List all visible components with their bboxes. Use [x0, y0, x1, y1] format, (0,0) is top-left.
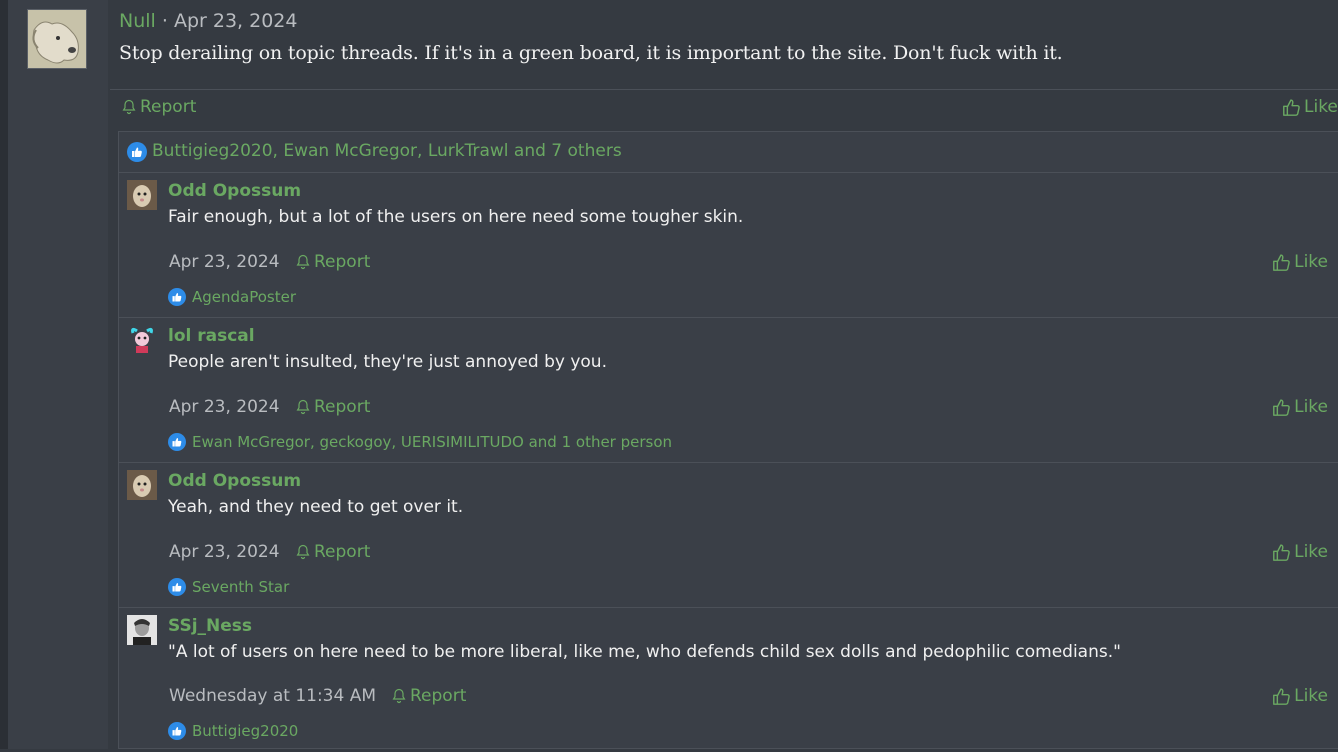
- like-reaction-icon: [168, 578, 186, 596]
- post-author-avatar[interactable]: [27, 9, 87, 69]
- reply-report-button[interactable]: Report: [391, 686, 466, 706]
- reply-item: SSj_Ness "A lot of users on here need to…: [119, 607, 1338, 752]
- reply-likers[interactable]: AgendaPoster: [192, 288, 296, 306]
- reply-like-label: Like: [1294, 252, 1328, 272]
- post-body: Stop derailing on topic threads. If it's…: [119, 42, 1063, 64]
- header-separator: ·: [161, 10, 168, 32]
- post-like-label: Like: [1304, 97, 1338, 117]
- reply-text: Fair enough, but a lot of the users on h…: [168, 207, 744, 227]
- reply-report-button[interactable]: Report: [295, 252, 370, 272]
- reply-text: Yeah, and they need to get over it.: [168, 497, 464, 517]
- reply-text: People aren't insulted, they're just ann…: [168, 352, 607, 372]
- post-header: Null · Apr 23, 2024: [119, 10, 297, 32]
- reply-date[interactable]: Apr 23, 2024: [169, 252, 280, 272]
- replies-thread: Buttigieg2020, Ewan McGregor, LurkTrawl …: [118, 131, 1338, 749]
- reply-likers[interactable]: Ewan McGregor, geckogoy, UERISIMILITUDO …: [192, 433, 672, 451]
- reply-date[interactable]: Wednesday at 11:34 AM: [169, 686, 376, 706]
- post-reactions-text[interactable]: Buttigieg2020, Ewan McGregor, LurkTrawl …: [152, 141, 622, 161]
- reply-likers[interactable]: Seventh Star: [192, 578, 289, 596]
- reply-like-button[interactable]: Like: [1272, 542, 1328, 562]
- reply-report-label: Report: [314, 252, 371, 272]
- reply-likers[interactable]: Buttigieg2020: [192, 722, 298, 740]
- bell-icon: [296, 254, 310, 270]
- reply-author[interactable]: Odd Opossum: [168, 471, 301, 491]
- bell-icon: [122, 99, 136, 115]
- reply-report-button[interactable]: Report: [295, 542, 370, 562]
- reply-like-button[interactable]: Like: [1272, 397, 1328, 417]
- post-reactions-bar[interactable]: Buttigieg2020, Ewan McGregor, LurkTrawl …: [119, 132, 1338, 173]
- bell-icon: [392, 688, 406, 704]
- reply-like-button[interactable]: Like: [1272, 252, 1328, 272]
- reply-report-button[interactable]: Report: [295, 397, 370, 417]
- thumbs-up-icon: [1283, 98, 1300, 116]
- post-date[interactable]: Apr 23, 2024: [174, 10, 298, 32]
- reply-report-label: Report: [314, 542, 371, 562]
- like-reaction-icon: [127, 142, 147, 162]
- post-author-name[interactable]: Null: [119, 10, 156, 32]
- reply-text: "A lot of users on here need to be more …: [168, 642, 1121, 662]
- left-edge-strip: [0, 0, 8, 749]
- post-report-button[interactable]: Report: [121, 97, 196, 117]
- post-report-label: Report: [140, 97, 197, 117]
- reply-like-button[interactable]: Like: [1272, 686, 1328, 706]
- post-like-button[interactable]: Like: [1282, 97, 1338, 117]
- thumbs-up-icon: [1273, 398, 1290, 416]
- thumbs-up-icon: [1273, 253, 1290, 271]
- reply-item: Odd Opossum Yeah, and they need to get o…: [119, 462, 1338, 608]
- like-reaction-icon: [168, 288, 186, 306]
- reply-author[interactable]: lol rascal: [168, 326, 255, 346]
- reply-author[interactable]: SSj_Ness: [168, 616, 252, 636]
- reply-report-label: Report: [314, 397, 371, 417]
- post-divider: [110, 89, 1338, 90]
- reply-avatar[interactable]: [127, 325, 157, 355]
- avatar-column: [8, 0, 108, 749]
- reply-date[interactable]: Apr 23, 2024: [169, 397, 280, 417]
- thumbs-up-icon: [1273, 687, 1290, 705]
- reply-like-label: Like: [1294, 397, 1328, 417]
- reply-author[interactable]: Odd Opossum: [168, 181, 301, 201]
- reply-date[interactable]: Apr 23, 2024: [169, 542, 280, 562]
- reply-like-label: Like: [1294, 686, 1328, 706]
- bell-icon: [296, 544, 310, 560]
- reply-avatar[interactable]: [127, 470, 157, 500]
- reply-item: lol rascal People aren't insulted, they'…: [119, 317, 1338, 463]
- reply-like-label: Like: [1294, 542, 1328, 562]
- bell-icon: [296, 399, 310, 415]
- like-reaction-icon: [168, 433, 186, 451]
- like-reaction-icon: [168, 722, 186, 740]
- reply-avatar[interactable]: [127, 180, 157, 210]
- reply-report-label: Report: [410, 686, 467, 706]
- reply-item: Odd Opossum Fair enough, but a lot of th…: [119, 172, 1338, 318]
- reply-avatar[interactable]: [127, 615, 157, 645]
- thumbs-up-icon: [1273, 543, 1290, 561]
